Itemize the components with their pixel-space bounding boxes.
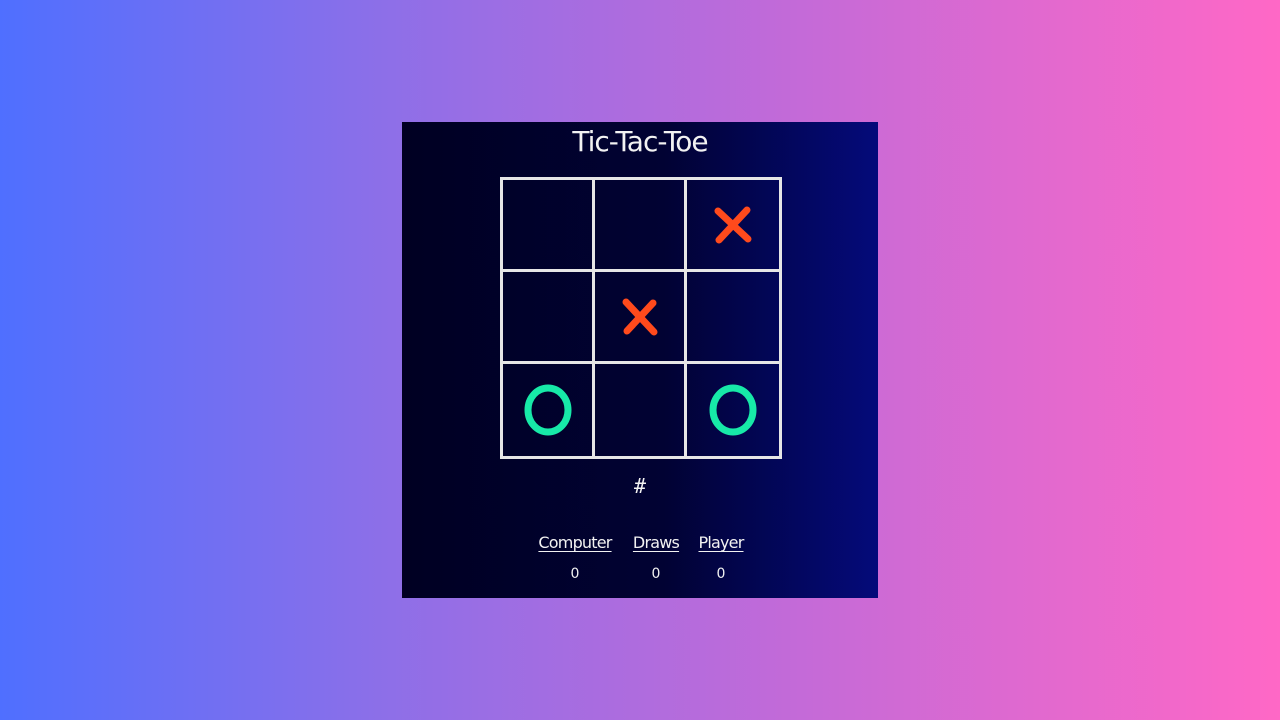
board-cell-1-2[interactable] [687,272,779,364]
board-cell-1-0[interactable] [503,272,595,364]
score-computer: Computer 0 [532,532,618,582]
score-value-player: 0 [716,566,726,582]
o-mark-icon [706,382,760,438]
x-mark-icon [711,203,755,247]
board-cell-0-1[interactable] [595,180,687,272]
score-label-player: Player [698,533,745,552]
score-value-computer: 0 [570,566,580,582]
game-board [500,177,782,459]
board-cell-0-0[interactable] [503,180,595,272]
score-player: Player 0 [692,532,750,582]
board-cell-0-2[interactable] [687,180,779,272]
board-cell-2-1[interactable] [595,364,687,456]
score-draws: Draws 0 [626,532,686,582]
x-mark-icon [618,295,662,339]
status-symbol: # [633,474,647,498]
board-cell-2-0[interactable] [503,364,595,456]
board-cell-1-1[interactable] [595,272,687,364]
score-value-draws: 0 [651,566,661,582]
game-title: Tic-Tac-Toe [572,125,708,158]
score-label-computer: Computer [538,533,612,552]
o-mark-icon [521,382,575,438]
score-label-draws: Draws [632,533,680,552]
game-panel: Tic-Tac-Toe # Computer 0 Draws 0 Player … [402,122,878,598]
scoreboard: Computer 0 Draws 0 Player 0 [532,532,752,592]
board-cell-2-2[interactable] [687,364,779,456]
